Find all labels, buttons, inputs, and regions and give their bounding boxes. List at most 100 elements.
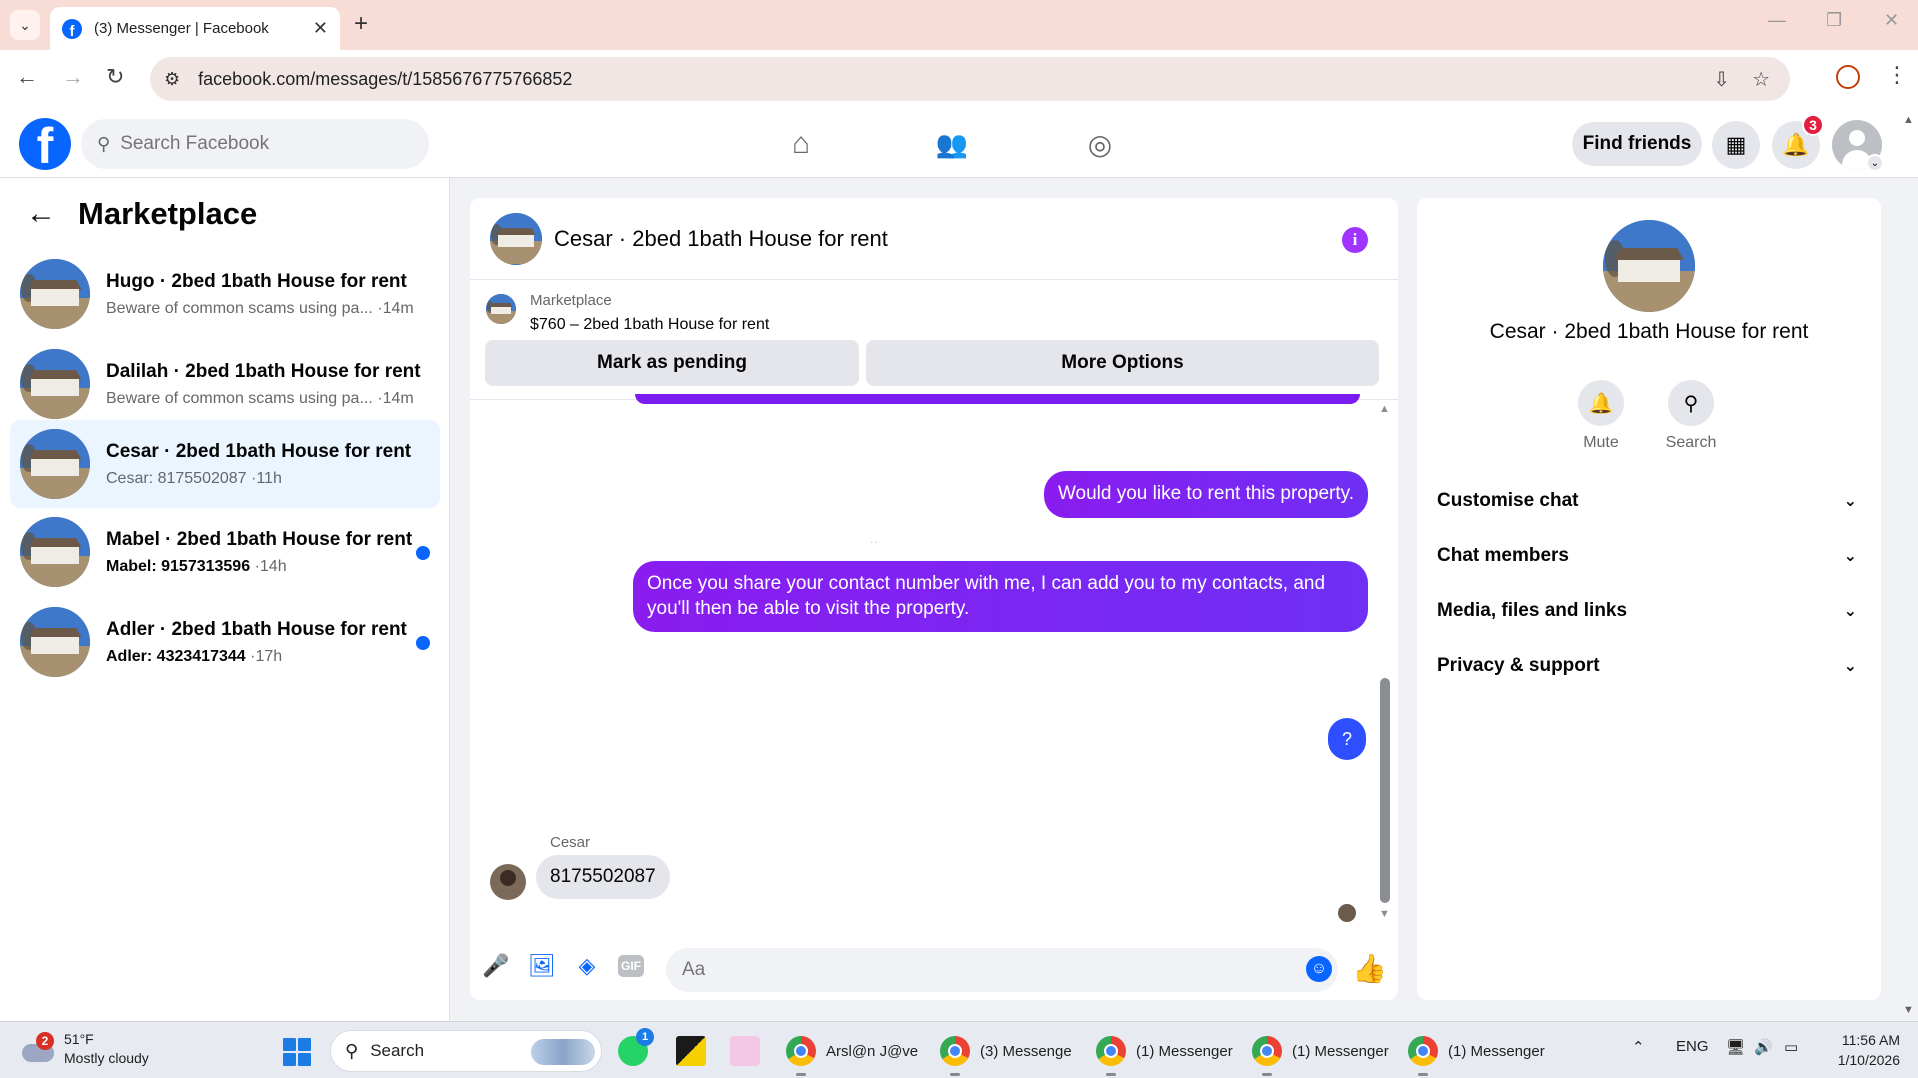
outgoing-message[interactable]: ?: [1328, 718, 1366, 760]
forward-arrow-icon[interactable]: →: [62, 64, 84, 90]
bell-icon: 🔔: [1578, 380, 1624, 426]
volume-icon[interactable]: 🔊: [1754, 1038, 1773, 1056]
section-label: Media, files and links: [1437, 600, 1628, 621]
facebook-search-box[interactable]: ⚲: [81, 119, 429, 169]
chrome-taskbar-app-4[interactable]: (1) Messenger: [1252, 1036, 1389, 1066]
address-bar[interactable]: ⚙ facebook.com/messages/t/15856767757668…: [150, 57, 1790, 101]
language-indicator[interactable]: ENG: [1676, 1038, 1709, 1055]
message-separator: ..: [870, 532, 879, 546]
facebook-logo[interactable]: f: [19, 118, 71, 170]
sender-avatar[interactable]: [490, 864, 526, 900]
chrome-taskbar-app-1[interactable]: Arsl@n J@ve: [786, 1036, 918, 1066]
chrome-taskbar-app-5[interactable]: (1) Messenger: [1408, 1036, 1545, 1066]
groups-icon[interactable]: ◎: [1080, 126, 1120, 162]
clock-time: 11:56 AM: [1841, 1032, 1900, 1048]
listing-thumbnail[interactable]: [486, 294, 516, 324]
photo-attach-icon[interactable]: 🖼: [528, 952, 556, 980]
home-icon[interactable]: ⌂: [781, 126, 821, 162]
conversation-item-hugo[interactable]: Hugo · 2bed 1bath House for rent Beware …: [10, 250, 440, 338]
tab-search-dropdown[interactable]: ⌄: [10, 10, 40, 40]
conversation-item-dalilah[interactable]: Dalilah · 2bed 1bath House for rent Bewa…: [10, 340, 440, 428]
whatsapp-taskbar-app[interactable]: 1: [618, 1028, 654, 1066]
listing-price-title[interactable]: $760 – 2bed 1bath House for rent: [530, 316, 769, 334]
section-label: Customise chat: [1437, 490, 1579, 511]
site-info-icon[interactable]: ⚙: [164, 69, 180, 90]
system-clock[interactable]: 11:56 AM 1/10/2026: [1820, 1031, 1900, 1070]
whatsapp-badge: 1: [636, 1028, 654, 1046]
conversation-preview: Beware of common scams using pa...: [106, 299, 373, 317]
chevron-down-icon[interactable]: ⌄: [1866, 154, 1884, 172]
mute-button[interactable]: 🔔 Mute: [1566, 380, 1636, 452]
chevron-down-icon: ⌄: [1843, 658, 1857, 675]
browser-menu-icon[interactable]: ⋮: [1886, 62, 1908, 88]
browser-tab-strip: ⌄ f (3) Messenger | Facebook ✕ + — ❐ ✕: [0, 0, 1918, 50]
chrome-taskbar-app-2[interactable]: (3) Messenge: [940, 1036, 1072, 1066]
snipping-tool-taskbar-app[interactable]: [730, 1036, 760, 1066]
conversation-item-cesar[interactable]: Cesar · 2bed 1bath House for rent Cesar:…: [10, 420, 440, 508]
menu-grid-icon[interactable]: ▦: [1712, 121, 1760, 169]
chat-scrollbar[interactable]: [1380, 678, 1390, 903]
chevron-down-icon: ⌄: [1843, 493, 1857, 510]
back-arrow-icon[interactable]: ←: [16, 64, 38, 90]
section-label: Privacy & support: [1437, 655, 1600, 676]
conversation-name: Dalilah · 2bed 1bath House for rent: [106, 360, 421, 382]
conversation-time: ·11h: [251, 469, 282, 487]
chat-avatar[interactable]: [490, 212, 542, 265]
sticky-notes-taskbar-app[interactable]: [676, 1036, 706, 1066]
tab-close-icon[interactable]: ✕: [313, 18, 328, 39]
outgoing-message[interactable]: Would you like to rent this property.: [1043, 471, 1368, 518]
incoming-message[interactable]: 8175502087: [536, 855, 670, 899]
gif-icon[interactable]: GIF: [618, 955, 644, 977]
message-input[interactable]: [666, 948, 1338, 992]
minimize-icon[interactable]: —: [1768, 10, 1786, 31]
chat-title[interactable]: Cesar · 2bed 1bath House for rent: [554, 226, 888, 252]
more-options-button[interactable]: More Options: [866, 340, 1379, 386]
scroll-down-arrow-icon[interactable]: ▼: [1379, 908, 1390, 920]
thumbs-up-icon[interactable]: 👍: [1352, 952, 1387, 985]
bookmark-star-icon[interactable]: ☆: [1752, 67, 1770, 92]
conversation-item-adler[interactable]: Adler · 2bed 1bath House for rent Adler:…: [10, 598, 440, 686]
taskbar-search[interactable]: ⚲ Search: [330, 1030, 602, 1072]
restore-icon[interactable]: ❐: [1826, 10, 1842, 31]
chrome-taskbar-app-3[interactable]: (1) Messenger: [1096, 1036, 1233, 1066]
friends-icon[interactable]: 👥: [932, 126, 972, 162]
back-arrow-icon[interactable]: ←: [26, 197, 56, 231]
facebook-search-input[interactable]: [120, 133, 381, 155]
page-scroll-down-icon[interactable]: ▼: [1903, 1004, 1914, 1016]
privacy-support-section[interactable]: Privacy & support ⌄: [1437, 646, 1861, 686]
chrome-icon: [1096, 1036, 1126, 1066]
media-files-links-section[interactable]: Media, files and links ⌄: [1437, 591, 1861, 631]
browser-profile-icon[interactable]: [1836, 65, 1860, 89]
url-text: facebook.com/messages/t/1585676775766852: [198, 68, 573, 89]
taskbar-app-label: (1) Messenger: [1448, 1042, 1545, 1060]
close-window-icon[interactable]: ✕: [1884, 10, 1899, 31]
find-friends-button[interactable]: Find friends: [1572, 122, 1702, 166]
network-icon[interactable]: 🖥: [1726, 1038, 1745, 1056]
weather-widget[interactable]: 2 51°F Mostly cloudy: [22, 1030, 149, 1068]
conversation-item-mabel[interactable]: Mabel · 2bed 1bath House for rent Mabel:…: [10, 508, 440, 596]
new-tab-button[interactable]: +: [354, 10, 368, 38]
install-app-icon[interactable]: ⇩: [1713, 67, 1730, 92]
show-hidden-icons-chevron-up-icon[interactable]: ⌃: [1632, 1038, 1645, 1056]
microphone-icon[interactable]: 🎤: [482, 952, 510, 980]
page-scroll-up-icon[interactable]: ▲: [1903, 114, 1914, 126]
info-icon[interactable]: i: [1342, 227, 1368, 253]
chat-members-section[interactable]: Chat members ⌄: [1437, 536, 1861, 576]
unread-dot: [416, 636, 430, 650]
tab-title: (3) Messenger | Facebook: [94, 20, 269, 37]
windows-start-icon[interactable]: [283, 1038, 311, 1066]
sticker-icon[interactable]: ◈: [573, 952, 601, 980]
mark-as-pending-button[interactable]: Mark as pending: [485, 340, 859, 386]
browser-tab[interactable]: f (3) Messenger | Facebook ✕: [50, 7, 340, 50]
outgoing-message[interactable]: Once you share your contact number with …: [633, 561, 1368, 633]
chat-panel: Cesar · 2bed 1bath House for rent i Mark…: [470, 198, 1398, 1000]
emoji-icon[interactable]: ☺: [1306, 956, 1332, 982]
conversation-info-panel: Cesar · 2bed 1bath House for rent 🔔 Mute…: [1417, 198, 1881, 1000]
seen-indicator-avatar: [1338, 904, 1356, 922]
customise-chat-section[interactable]: Customise chat ⌄: [1437, 481, 1861, 521]
marketplace-label: Marketplace: [530, 292, 612, 309]
scroll-up-arrow-icon[interactable]: ▲: [1379, 403, 1390, 415]
battery-icon[interactable]: ▭: [1784, 1038, 1798, 1056]
reload-icon[interactable]: ↻: [106, 64, 124, 90]
search-in-conversation-button[interactable]: ⚲ Search: [1656, 380, 1726, 452]
